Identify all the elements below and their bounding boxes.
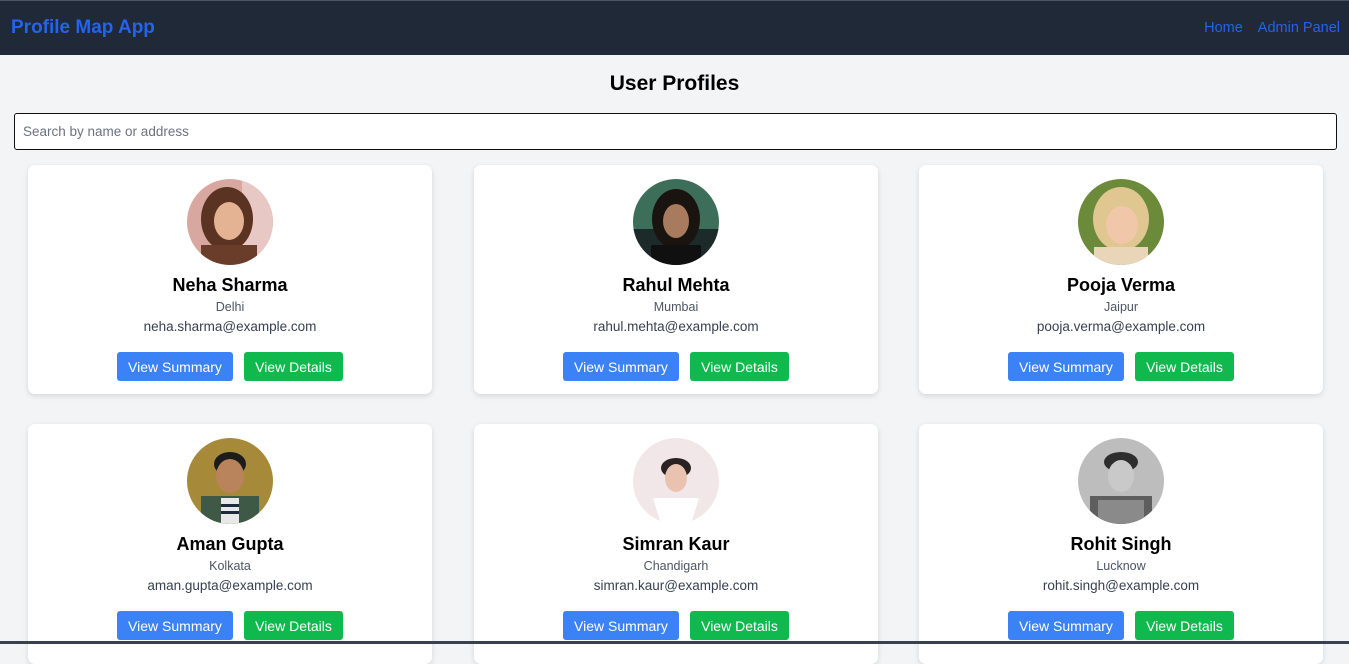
profile-card: Neha Sharma Delhi neha.sharma@example.co… bbox=[28, 165, 432, 394]
brand-title[interactable]: Profile Map App bbox=[11, 17, 155, 39]
nav-links: Home Admin Panel bbox=[1204, 20, 1340, 36]
profile-card: Rohit Singh Lucknow rohit.singh@example.… bbox=[919, 424, 1323, 664]
view-details-button[interactable]: View Details bbox=[1135, 352, 1234, 381]
view-summary-button[interactable]: View Summary bbox=[563, 352, 679, 381]
profile-city: Jaipur bbox=[1103, 300, 1139, 314]
avatar bbox=[633, 179, 719, 265]
view-summary-button[interactable]: View Summary bbox=[1008, 611, 1124, 640]
profile-name: Aman Gupta bbox=[176, 534, 284, 554]
avatar bbox=[187, 438, 273, 524]
profile-name: Pooja Verma bbox=[1066, 275, 1176, 295]
profile-city: Lucknow bbox=[1096, 559, 1146, 573]
profile-email: pooja.verma@example.com bbox=[1036, 319, 1206, 334]
profile-email: rohit.singh@example.com bbox=[1042, 578, 1200, 593]
profile-email: simran.kaur@example.com bbox=[593, 578, 759, 593]
avatar bbox=[1078, 438, 1164, 524]
view-summary-button[interactable]: View Summary bbox=[563, 611, 679, 640]
view-details-button[interactable]: View Details bbox=[690, 352, 789, 381]
profile-city: Delhi bbox=[215, 300, 245, 314]
avatar bbox=[187, 179, 273, 265]
profile-name: Simran Kaur bbox=[622, 534, 730, 554]
profile-card: Rahul Mehta Mumbai rahul.mehta@example.c… bbox=[474, 165, 878, 394]
search-input[interactable] bbox=[14, 113, 1337, 150]
nav-home-link[interactable]: Home bbox=[1204, 20, 1243, 36]
page-title: User Profiles bbox=[609, 72, 740, 95]
profile-card: Aman Gupta Kolkata aman.gupta@example.co… bbox=[28, 424, 432, 664]
view-details-button[interactable]: View Details bbox=[244, 611, 343, 640]
profile-name: Neha Sharma bbox=[172, 275, 288, 295]
profile-city: Mumbai bbox=[653, 300, 699, 314]
nav-admin-panel-link[interactable]: Admin Panel bbox=[1258, 20, 1340, 36]
profile-email: aman.gupta@example.com bbox=[147, 578, 313, 593]
profile-card: Pooja Verma Jaipur pooja.verma@example.c… bbox=[919, 165, 1323, 394]
profile-email: neha.sharma@example.com bbox=[143, 319, 317, 334]
navbar: Profile Map App Home Admin Panel bbox=[0, 0, 1349, 55]
profile-card: Simran Kaur Chandigarh simran.kaur@examp… bbox=[474, 424, 878, 664]
view-details-button[interactable]: View Details bbox=[1135, 611, 1234, 640]
profile-city: Kolkata bbox=[209, 559, 251, 573]
view-details-button[interactable]: View Details bbox=[244, 352, 343, 381]
profile-name: Rahul Mehta bbox=[622, 275, 730, 295]
profile-city: Chandigarh bbox=[643, 559, 709, 573]
profile-email: rahul.mehta@example.com bbox=[593, 319, 759, 334]
profile-name: Rohit Singh bbox=[1070, 534, 1172, 554]
view-summary-button[interactable]: View Summary bbox=[1008, 352, 1124, 381]
avatar bbox=[633, 438, 719, 524]
view-summary-button[interactable]: View Summary bbox=[117, 611, 233, 640]
avatar bbox=[1078, 179, 1164, 265]
view-details-button[interactable]: View Details bbox=[690, 611, 789, 640]
view-summary-button[interactable]: View Summary bbox=[117, 352, 233, 381]
